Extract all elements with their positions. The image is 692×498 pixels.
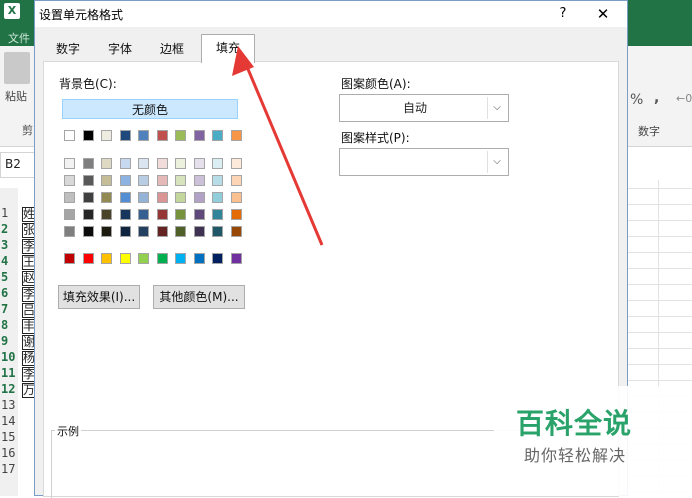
- annotation-arrow: [232, 46, 324, 246]
- arrow-shaft: [243, 61, 324, 246]
- arrow-head: [232, 46, 254, 76]
